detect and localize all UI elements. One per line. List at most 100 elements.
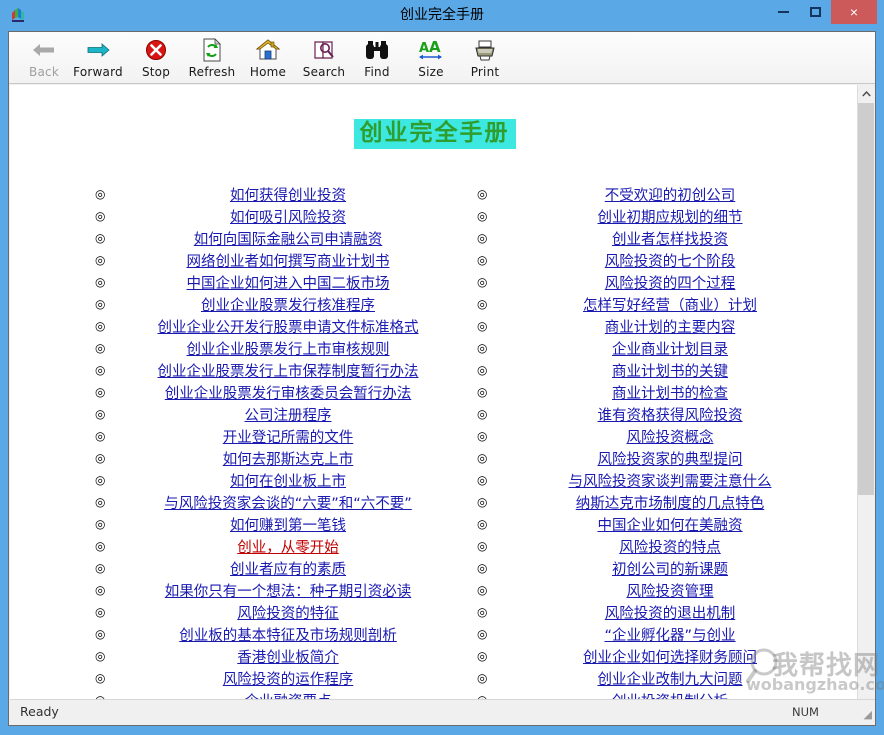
scrollbar-thumb[interactable] <box>858 103 874 495</box>
bullet-icon: ◎ <box>477 275 488 289</box>
topic-link[interactable]: 创业企业公开发行股票申请文件标准格式 <box>158 320 419 336</box>
topic-link[interactable]: 创业企业股票发行审核委员会暂行办法 <box>165 386 412 402</box>
topic-link[interactable]: 开业登记所需的文件 <box>223 430 354 446</box>
forward-button[interactable]: Forward <box>67 34 129 82</box>
toolbar: Back Forward Stop Refresh Home Search Fi… <box>9 32 875 84</box>
topic-link[interactable]: 创业企业股票发行上市审核规则 <box>187 342 390 358</box>
link-row: ◎ 如何去那斯达克上市 <box>95 447 477 469</box>
stop-button[interactable]: Stop <box>125 34 187 82</box>
svg-text:A: A <box>429 39 441 56</box>
link-row: ◎ 商业计划的主要内容 <box>477 315 859 337</box>
topic-link[interactable]: 创业者应有的素质 <box>230 562 346 578</box>
back-button[interactable]: Back <box>13 34 75 82</box>
link-row: ◎ 创业企业股票发行核准程序 <box>95 293 477 315</box>
link-container: 风险投资家的典型提问 <box>499 448 859 469</box>
left-link-column: ◎ 如何获得创业投资 ◎ 如何吸引风险投资 ◎ 如何向国际金融公司申请融资 ◎ 网络创业者如何… <box>95 183 477 711</box>
print-button[interactable]: Print <box>454 34 516 82</box>
link-container: 风险投资管理 <box>499 580 859 601</box>
num-lock-indicator: NUM <box>792 705 819 719</box>
bullet-icon: ◎ <box>477 539 488 553</box>
topic-link[interactable]: 中国企业如何在美融资 <box>598 518 743 534</box>
topic-link[interactable]: 创业，从零开始 <box>237 540 339 556</box>
topic-link[interactable]: 与风险投资家会谈的“六要”和“六不要” <box>164 496 412 512</box>
topic-link[interactable]: 怎样写好经营（商业）计划 <box>583 298 757 314</box>
topic-link[interactable]: 不受欢迎的初创公司 <box>605 188 736 204</box>
topic-link[interactable]: 如何向国际金融公司申请融资 <box>194 232 383 248</box>
topic-link[interactable]: 创业企业股票发行上市保荐制度暂行办法 <box>158 364 419 380</box>
link-container: 初创公司的新课题 <box>499 558 859 579</box>
topic-link[interactable]: “企业孵化器”与创业 <box>604 628 735 644</box>
right-link-column: ◎ 不受欢迎的初创公司 ◎ 创业初期应规划的细节 ◎ 创业者怎样找投资 ◎ 风险投资的七个阶段… <box>477 183 859 711</box>
bullet-icon: ◎ <box>95 275 106 289</box>
topic-link[interactable]: 如何获得创业投资 <box>230 188 346 204</box>
topic-link[interactable]: 创业企业改制九大问题 <box>598 672 743 688</box>
topic-link[interactable]: 商业计划书的检查 <box>612 386 728 402</box>
close-button[interactable]: × <box>831 0 877 24</box>
topic-link[interactable]: 创业板的基本特征及市场规则剖析 <box>179 628 397 644</box>
bullet-icon: ◎ <box>95 319 106 333</box>
svg-text:A: A <box>419 41 429 56</box>
home-icon <box>237 36 299 64</box>
printer-icon <box>454 36 516 64</box>
link-container: 创业企业股票发行审核委员会暂行办法 <box>117 382 477 403</box>
bullet-icon: ◎ <box>477 407 488 421</box>
topic-link[interactable]: 风险投资的四个过程 <box>605 276 736 292</box>
link-container: 风险投资概念 <box>499 426 859 447</box>
bullet-icon: ◎ <box>477 583 488 597</box>
topic-link[interactable]: 中国企业如何进入中国二板市场 <box>187 276 390 292</box>
topic-link[interactable]: 创业企业股票发行核准程序 <box>201 298 375 314</box>
topic-link[interactable]: 如何在创业板上市 <box>230 474 346 490</box>
topic-link[interactable]: 风险投资概念 <box>627 430 714 446</box>
topic-link[interactable]: 如何去那斯达克上市 <box>223 452 354 468</box>
topic-link[interactable]: 商业计划的主要内容 <box>605 320 736 336</box>
topic-link[interactable]: 谁有资格获得风险投资 <box>598 408 743 424</box>
link-row: ◎ 网络创业者如何撰写商业计划书 <box>95 249 477 271</box>
topic-link[interactable]: 风险投资管理 <box>627 584 714 600</box>
topic-link[interactable]: 风险投资的退出机制 <box>605 606 736 622</box>
topic-link[interactable]: 风险投资的特点 <box>619 540 721 556</box>
link-row: ◎ 开业登记所需的文件 <box>95 425 477 447</box>
topic-link[interactable]: 风险投资的七个阶段 <box>605 254 736 270</box>
link-container: 商业计划书的检查 <box>499 382 859 403</box>
topic-link[interactable]: 与风险投资家谈判需要注意什么 <box>569 474 772 490</box>
link-container: 风险投资的四个过程 <box>499 272 859 293</box>
minimize-button[interactable] <box>767 0 799 24</box>
topic-link[interactable]: 如何赚到第一笔钱 <box>230 518 346 534</box>
maximize-button[interactable] <box>799 0 831 24</box>
vertical-scrollbar[interactable] <box>857 85 874 719</box>
bullet-icon: ◎ <box>477 297 488 311</box>
bullet-icon: ◎ <box>95 627 106 641</box>
bullet-icon: ◎ <box>477 341 488 355</box>
topic-link[interactable]: 网络创业者如何撰写商业计划书 <box>187 254 390 270</box>
topic-link[interactable]: 公司注册程序 <box>245 408 332 424</box>
print-label: Print <box>470 65 500 79</box>
topic-link[interactable]: 纳斯达克市场制度的几点特色 <box>576 496 765 512</box>
topic-link[interactable]: 初创公司的新课题 <box>612 562 728 578</box>
binoculars-icon <box>346 36 408 64</box>
refresh-button[interactable]: Refresh <box>181 34 243 82</box>
topic-link[interactable]: 香港创业板简介 <box>237 650 339 666</box>
topic-link[interactable]: 如果你只有一个想法：种子期引资必读 <box>165 584 412 600</box>
resize-grip[interactable]: ◢ <box>858 708 872 722</box>
scroll-up-button[interactable] <box>858 85 875 102</box>
find-button[interactable]: Find <box>346 34 408 82</box>
topic-link[interactable]: 创业企业如何选择财务顾问 <box>583 650 757 666</box>
title-bar[interactable]: 创业完全手册 × <box>0 0 884 31</box>
topic-link[interactable]: 风险投资的运作程序 <box>223 672 354 688</box>
bullet-icon: ◎ <box>95 231 106 245</box>
bullet-icon: ◎ <box>95 517 106 531</box>
topic-link[interactable]: 商业计划书的关键 <box>612 364 728 380</box>
home-button[interactable]: Home <box>237 34 299 82</box>
link-container: 如果你只有一个想法：种子期引资必读 <box>117 580 477 601</box>
bullet-icon: ◎ <box>95 363 106 377</box>
topic-link[interactable]: 风险投资家的典型提问 <box>598 452 743 468</box>
bullet-icon: ◎ <box>477 451 488 465</box>
topic-link[interactable]: 如何吸引风险投资 <box>230 210 346 226</box>
link-container: 创业板的基本特征及市场规则剖析 <box>117 624 477 645</box>
topic-link[interactable]: 企业商业计划目录 <box>612 342 728 358</box>
topic-link[interactable]: 风险投资的特征 <box>237 606 339 622</box>
size-button[interactable]: A A Size <box>400 34 462 82</box>
topic-link[interactable]: 创业初期应规划的细节 <box>598 210 743 226</box>
link-row: ◎ 商业计划书的关键 <box>477 359 859 381</box>
topic-link[interactable]: 创业者怎样找投资 <box>612 232 728 248</box>
